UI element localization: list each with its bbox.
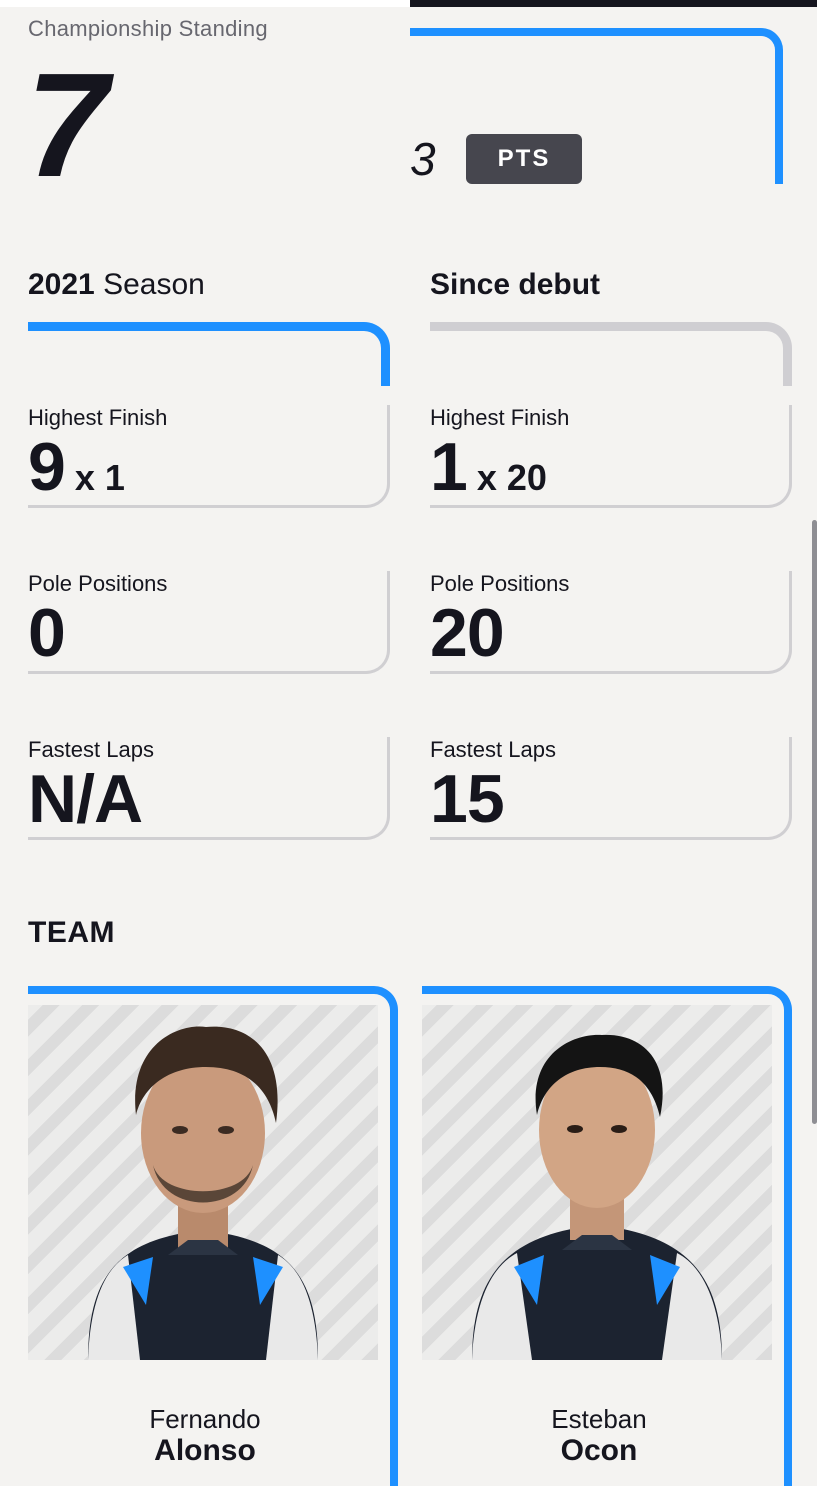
top-bar-right [410, 0, 817, 7]
stat-value: 15 [430, 761, 505, 837]
top-bar-left [0, 0, 410, 7]
career-pole-positions: Pole Positions 20 [430, 571, 792, 674]
stat-value: 20 [430, 595, 505, 671]
stat-label: Fastest Laps [430, 737, 556, 762]
stat-label: Highest Finish [28, 405, 168, 430]
driver-photo-ocon[interactable] [422, 1005, 772, 1360]
stat-label: Fastest Laps [28, 737, 154, 762]
season-accent-bar [28, 322, 390, 386]
stat-number: 9 [28, 429, 66, 505]
career-fastest-laps: Fastest Laps 15 [430, 737, 792, 840]
team-title: TEAM [28, 916, 115, 949]
stat-value: 0 [28, 595, 66, 671]
season-pole-positions: Pole Positions 0 [28, 571, 390, 674]
championship-position: 7 [26, 43, 108, 208]
season-title: 2021 Season [28, 268, 205, 302]
points-badge: PTS [466, 134, 582, 184]
stat-label: Pole Positions [430, 571, 570, 596]
driver-last-name: Alonso [154, 1434, 256, 1467]
stat-value: 9x 1 [28, 433, 125, 512]
driver-photo-alonso[interactable] [28, 1005, 378, 1360]
career-accent-bar [430, 322, 792, 386]
driver-first-name: Esteban [551, 1404, 647, 1434]
scrollbar-thumb[interactable] [812, 520, 817, 1124]
driver-portrait-icon [472, 1034, 722, 1360]
stat-value: 1x 20 [430, 433, 547, 512]
driver-portrait-icon [88, 1026, 318, 1360]
season-fastest-laps: Fastest Laps N/A [28, 737, 390, 840]
season-year: 2021 [28, 268, 95, 301]
stat-number: 1 [430, 429, 468, 505]
season-highest-finish: Highest Finish 9x 1 [28, 405, 390, 508]
points-value: 3 [410, 133, 436, 185]
career-highest-finish: Highest Finish 1x 20 [430, 405, 792, 508]
driver-last-name: Ocon [560, 1434, 638, 1467]
season-label: Season [103, 268, 205, 301]
stat-label: Pole Positions [28, 571, 168, 596]
career-title: Since debut [430, 268, 601, 301]
stat-value: N/A [28, 761, 143, 837]
stat-label: Highest Finish [430, 405, 570, 430]
championship-label: Championship Standing [28, 16, 268, 41]
stat-multiplier: x 1 [74, 457, 125, 498]
stat-multiplier: x 20 [476, 457, 547, 498]
driver-first-name: Fernando [149, 1404, 261, 1434]
